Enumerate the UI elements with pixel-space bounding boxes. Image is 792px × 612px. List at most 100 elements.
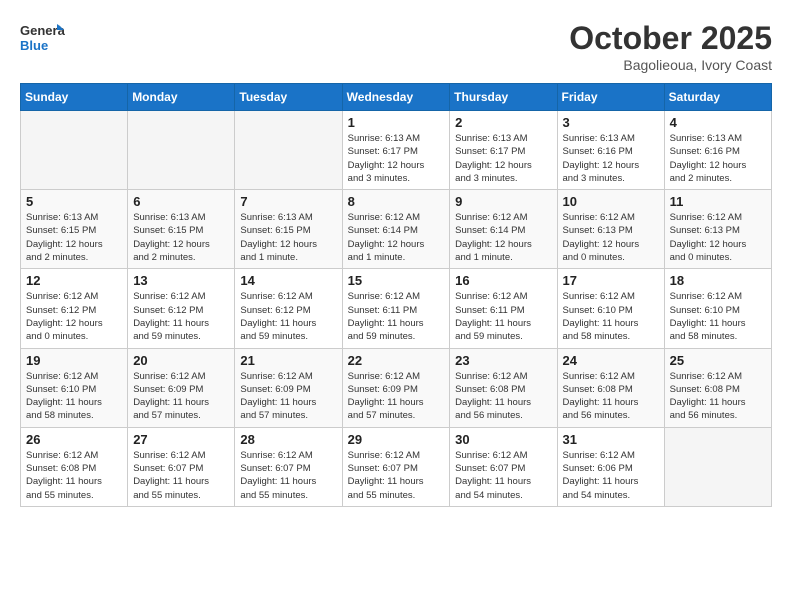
day-number: 30 (455, 432, 551, 447)
day-cell: 10 Sunrise: 6:12 AMSunset: 6:13 PMDayligh… (557, 190, 664, 269)
day-number: 2 (455, 115, 551, 130)
day-info: Sunrise: 6:12 AMSunset: 6:08 PMDaylight:… (26, 449, 122, 502)
day-cell: 16 Sunrise: 6:12 AMSunset: 6:11 PMDayligh… (450, 269, 557, 348)
week-row-5: 26 Sunrise: 6:12 AMSunset: 6:08 PMDayligh… (21, 427, 772, 506)
week-row-4: 19 Sunrise: 6:12 AMSunset: 6:10 PMDayligh… (21, 348, 772, 427)
day-info: Sunrise: 6:12 AMSunset: 6:07 PMDaylight:… (348, 449, 445, 502)
page-header: General Blue October 2025 Bagolieoua, Iv… (20, 20, 772, 73)
col-header-wednesday: Wednesday (342, 84, 450, 111)
day-info: Sunrise: 6:12 AMSunset: 6:10 PMDaylight:… (670, 290, 766, 343)
day-number: 18 (670, 273, 766, 288)
day-cell: 15Sunrise: 6:12 AMSunset: 6:11 PMDayligh… (342, 269, 450, 348)
col-header-monday: Monday (128, 84, 235, 111)
day-cell: 22Sunrise: 6:12 AMSunset: 6:09 PMDayligh… (342, 348, 450, 427)
day-number: 25 (670, 353, 766, 368)
calendar-table: SundayMondayTuesdayWednesdayThursdayFrid… (20, 83, 772, 507)
day-cell: 29 Sunrise: 6:12 AMSunset: 6:07 PMDayligh… (342, 427, 450, 506)
day-info: Sunrise: 6:12 AMSunset: 6:10 PMDaylight:… (563, 290, 659, 343)
day-number: 11 (670, 194, 766, 209)
day-number: 21 (240, 353, 336, 368)
day-number: 16 (455, 273, 551, 288)
day-cell (664, 427, 771, 506)
day-number: 10 (563, 194, 659, 209)
day-info: Sunrise: 6:13 AMSunset: 6:15 PMDaylight:… (133, 211, 229, 264)
day-cell: 3Sunrise: 6:13 AMSunset: 6:16 PMDaylight… (557, 111, 664, 190)
day-info: Sunrise: 6:12 AMSunset: 6:13 PMDaylight:… (563, 211, 659, 264)
week-row-3: 12 Sunrise: 6:12 AMSunset: 6:12 PMDayligh… (21, 269, 772, 348)
location-subtitle: Bagolieoua, Ivory Coast (569, 57, 772, 73)
day-cell: 11 Sunrise: 6:12 AMSunset: 6:13 PMDayligh… (664, 190, 771, 269)
day-number: 6 (133, 194, 229, 209)
logo: General Blue (20, 20, 65, 60)
day-number: 9 (455, 194, 551, 209)
day-info: Sunrise: 6:13 AMSunset: 6:15 PMDaylight:… (240, 211, 336, 264)
day-info: Sunrise: 6:12 AMSunset: 6:07 PMDaylight:… (240, 449, 336, 502)
day-cell (128, 111, 235, 190)
day-number: 12 (26, 273, 122, 288)
week-row-1: 1 Sunrise: 6:13 AMSunset: 6:17 PMDaylight… (21, 111, 772, 190)
day-cell: 23 Sunrise: 6:12 AMSunset: 6:08 PMDayligh… (450, 348, 557, 427)
day-info: Sunrise: 6:12 AMSunset: 6:08 PMDaylight:… (670, 370, 766, 423)
day-number: 3 (563, 115, 659, 130)
col-header-saturday: Saturday (664, 84, 771, 111)
day-number: 17 (563, 273, 659, 288)
day-number: 5 (26, 194, 122, 209)
day-number: 23 (455, 353, 551, 368)
day-number: 20 (133, 353, 229, 368)
day-cell: 1 Sunrise: 6:13 AMSunset: 6:17 PMDaylight… (342, 111, 450, 190)
calendar-header-row: SundayMondayTuesdayWednesdayThursdayFrid… (21, 84, 772, 111)
day-number: 26 (26, 432, 122, 447)
day-info: Sunrise: 6:13 AMSunset: 6:17 PMDaylight:… (348, 132, 445, 185)
day-cell: 12 Sunrise: 6:12 AMSunset: 6:12 PMDayligh… (21, 269, 128, 348)
day-number: 27 (133, 432, 229, 447)
day-info: Sunrise: 6:12 AMSunset: 6:07 PMDaylight:… (133, 449, 229, 502)
day-info: Sunrise: 6:12 AMSunset: 6:09 PMDaylight:… (348, 370, 445, 423)
day-cell: 25 Sunrise: 6:12 AMSunset: 6:08 PMDayligh… (664, 348, 771, 427)
day-cell: 5Sunrise: 6:13 AMSunset: 6:15 PMDaylight… (21, 190, 128, 269)
title-block: October 2025 Bagolieoua, Ivory Coast (569, 20, 772, 73)
day-number: 14 (240, 273, 336, 288)
col-header-sunday: Sunday (21, 84, 128, 111)
svg-text:Blue: Blue (20, 38, 48, 53)
day-info: Sunrise: 6:12 AMSunset: 6:09 PMDaylight:… (240, 370, 336, 423)
day-info: Sunrise: 6:12 AMSunset: 6:10 PMDaylight:… (26, 370, 122, 423)
day-cell: 14 Sunrise: 6:12 AMSunset: 6:12 PMDayligh… (235, 269, 342, 348)
day-info: Sunrise: 6:12 AMSunset: 6:13 PMDaylight:… (670, 211, 766, 264)
day-cell (21, 111, 128, 190)
day-cell: 26 Sunrise: 6:12 AMSunset: 6:08 PMDayligh… (21, 427, 128, 506)
day-cell: 31 Sunrise: 6:12 AMSunset: 6:06 PMDayligh… (557, 427, 664, 506)
day-cell: 13Sunrise: 6:12 AMSunset: 6:12 PMDayligh… (128, 269, 235, 348)
day-cell: 17 Sunrise: 6:12 AMSunset: 6:10 PMDayligh… (557, 269, 664, 348)
week-row-2: 5 Sunrise: 6:13 AMSunset: 6:15 PMDaylight… (21, 190, 772, 269)
day-info: Sunrise: 6:12 AMSunset: 6:12 PMDaylight:… (26, 290, 122, 343)
day-info: Sunrise: 6:12 AMSunset: 6:12 PMDaylight:… (240, 290, 336, 343)
day-cell (235, 111, 342, 190)
day-cell: 20 Sunrise: 6:12 AMSunset: 6:09 PMDayligh… (128, 348, 235, 427)
day-number: 4 (670, 115, 766, 130)
day-number: 19 (26, 353, 122, 368)
day-cell: 4 Sunrise: 6:13 AMSunset: 6:16 PMDaylight… (664, 111, 771, 190)
day-number: 8 (348, 194, 445, 209)
day-info: Sunrise: 6:12 AMSunset: 6:09 PMDaylight:… (133, 370, 229, 423)
day-cell: 8Sunrise: 6:12 AMSunset: 6:14 PMDaylight… (342, 190, 450, 269)
day-cell: 9Sunrise: 6:12 AMSunset: 6:14 PMDaylight… (450, 190, 557, 269)
day-cell: 7 Sunrise: 6:13 AMSunset: 6:15 PMDaylight… (235, 190, 342, 269)
day-cell: 18 Sunrise: 6:12 AMSunset: 6:10 PMDayligh… (664, 269, 771, 348)
day-info: Sunrise: 6:12 AMSunset: 6:11 PMDaylight:… (455, 290, 551, 343)
day-number: 1 (348, 115, 445, 130)
day-info: Sunrise: 6:13 AMSunset: 6:16 PMDaylight:… (670, 132, 766, 185)
col-header-tuesday: Tuesday (235, 84, 342, 111)
day-cell: 6 Sunrise: 6:13 AMSunset: 6:15 PMDaylight… (128, 190, 235, 269)
day-number: 31 (563, 432, 659, 447)
day-number: 7 (240, 194, 336, 209)
day-cell: 2 Sunrise: 6:13 AMSunset: 6:17 PMDaylight… (450, 111, 557, 190)
month-title: October 2025 (569, 20, 772, 57)
day-number: 29 (348, 432, 445, 447)
day-info: Sunrise: 6:12 AMSunset: 6:08 PMDaylight:… (563, 370, 659, 423)
day-info: Sunrise: 6:12 AMSunset: 6:12 PMDaylight:… (133, 290, 229, 343)
logo-bird-icon: General Blue (20, 20, 65, 60)
day-info: Sunrise: 6:12 AMSunset: 6:08 PMDaylight:… (455, 370, 551, 423)
day-info: Sunrise: 6:12 AMSunset: 6:06 PMDaylight:… (563, 449, 659, 502)
day-info: Sunrise: 6:13 AMSunset: 6:17 PMDaylight:… (455, 132, 551, 185)
day-cell: 30Sunrise: 6:12 AMSunset: 6:07 PMDayligh… (450, 427, 557, 506)
